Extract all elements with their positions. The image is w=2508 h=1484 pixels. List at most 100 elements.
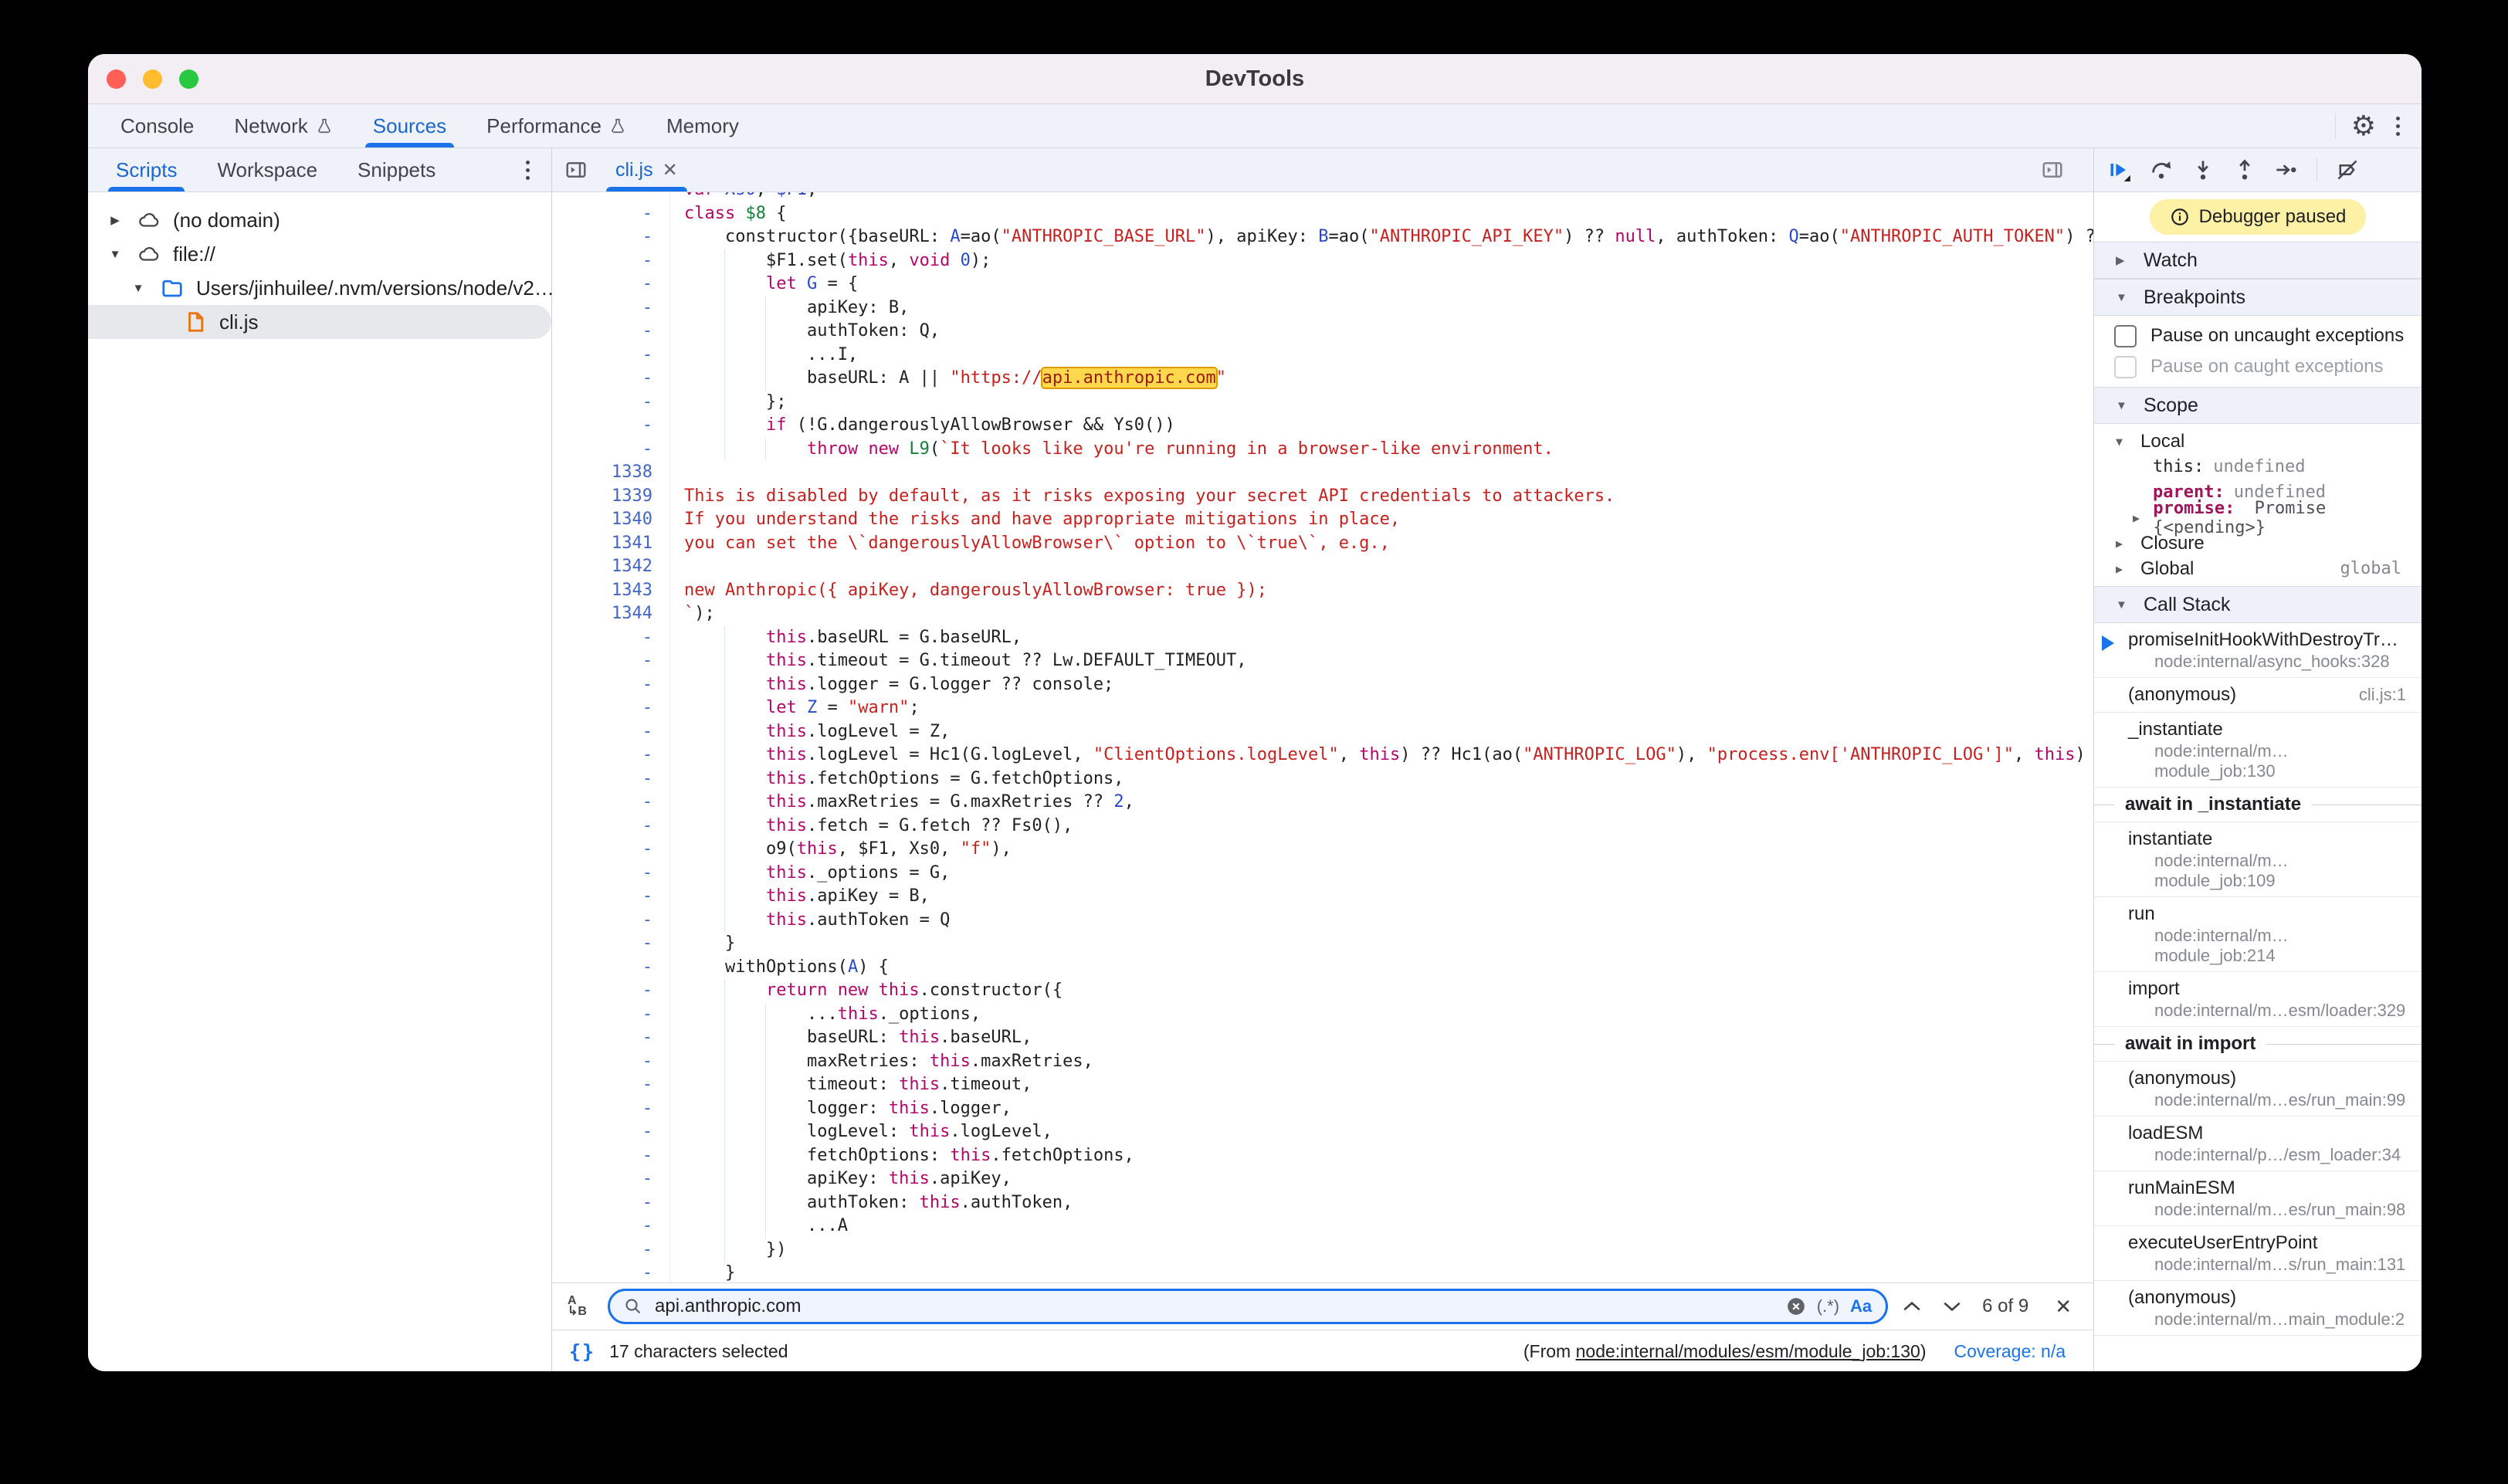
code-line[interactable]: - let G = { (552, 273, 2093, 296)
code-line[interactable]: - ...this._options, (552, 1003, 2093, 1027)
code-line[interactable]: 1341you can set the \`dangerouslyAllowBr… (552, 532, 2093, 556)
code-line[interactable]: - withOptions(A) { (552, 956, 2093, 980)
stack-frame[interactable]: loadESMnode:internal/p…/esm_loader:34 (2094, 1116, 2422, 1171)
line-gutter[interactable]: - (552, 932, 670, 956)
tree-item-file-[interactable]: ▼file:// (88, 237, 551, 271)
code-line[interactable]: - throw new L9(`It looks like you're run… (552, 438, 2093, 462)
regex-toggle[interactable]: (.*) (1817, 1296, 1839, 1316)
line-gutter[interactable]: - (552, 744, 670, 767)
line-gutter[interactable]: 1343 (552, 579, 670, 603)
pretty-print-icon[interactable]: {} (569, 1340, 595, 1363)
resume-script-button[interactable] (2108, 158, 2131, 181)
tab-performance[interactable]: Performance (466, 104, 646, 147)
code-line[interactable]: - this.logger = G.logger ?? console; (552, 673, 2093, 697)
line-gutter[interactable]: - (552, 1238, 670, 1262)
more-options-icon[interactable] (2391, 112, 2405, 141)
code-line[interactable]: - }) (552, 1238, 2093, 1262)
code-line[interactable]: - this.fetchOptions = G.fetchOptions, (552, 767, 2093, 791)
line-gutter[interactable]: - (552, 1003, 670, 1027)
line-gutter[interactable]: - (552, 438, 670, 462)
line-gutter[interactable]: - (552, 909, 670, 933)
code-line[interactable]: - constructor({baseURL: A=ao("ANTHROPIC_… (552, 225, 2093, 249)
code-line[interactable]: 1340If you understand the risks and have… (552, 508, 2093, 532)
line-gutter[interactable]: - (552, 414, 670, 438)
deactivate-breakpoints-button[interactable] (2336, 158, 2359, 181)
line-gutter[interactable]: - (552, 296, 670, 320)
scope-var-this[interactable]: this: undefined (2094, 454, 2422, 479)
code-line[interactable]: 1338 (552, 461, 2093, 485)
pause-caught-checkbox[interactable] (2114, 356, 2137, 378)
code-line[interactable]: - }; (552, 391, 2093, 415)
line-gutter[interactable]: - (552, 273, 670, 296)
stack-frame[interactable]: (anonymous)node:internal/m…main_module:2 (2094, 1281, 2422, 1336)
search-field[interactable]: (.*) Aa (608, 1289, 1888, 1324)
scope-local-row[interactable]: ▼ Local (2094, 429, 2422, 454)
stack-frame[interactable]: executeUserEntryPointnode:internal/m…s/r… (2094, 1226, 2422, 1281)
sidebar-more-options-icon[interactable] (521, 156, 534, 185)
line-gutter[interactable]: - (552, 626, 670, 650)
line-gutter[interactable]: 1342 (552, 555, 670, 579)
scope-global-row[interactable]: ▶ Global global (2094, 556, 2422, 581)
code-line[interactable]: - o9(this, $F1, Xs0, "f"), (552, 838, 2093, 862)
match-case-toggle[interactable]: Aa (1850, 1296, 1872, 1316)
stack-frame[interactable]: runMainESMnode:internal/m…es/run_main:98 (2094, 1171, 2422, 1226)
line-gutter[interactable]: - (552, 673, 670, 697)
line-gutter[interactable]: 1344 (552, 602, 670, 626)
line-gutter[interactable]: - (552, 1026, 670, 1050)
line-gutter[interactable]: - (552, 696, 670, 720)
code-line[interactable]: - let Z = "warn"; (552, 696, 2093, 720)
code-line[interactable]: - baseURL: A || "https://api.anthropic.c… (552, 367, 2093, 391)
section-call-stack[interactable]: ▼ Call Stack (2094, 586, 2422, 623)
toggle-debugger-panel-icon[interactable] (2028, 158, 2076, 181)
line-gutter[interactable]: - (552, 1191, 670, 1215)
line-gutter[interactable]: - (552, 956, 670, 980)
pause-uncaught-row[interactable]: Pause on uncaught exceptions (2094, 320, 2422, 351)
line-gutter[interactable]: - (552, 1097, 670, 1121)
line-gutter[interactable]: - (552, 1144, 670, 1168)
tab-network[interactable]: Network (214, 104, 352, 147)
line-gutter[interactable]: 1340 (552, 508, 670, 532)
code-line[interactable]: - timeout: this.timeout, (552, 1073, 2093, 1097)
line-gutter[interactable]: - (552, 249, 670, 273)
scope-var-promise[interactable]: ▶ promise: Promise {<pending>} (2094, 505, 2422, 530)
code-line[interactable]: - this.fetch = G.fetch ?? Fs0(), (552, 815, 2093, 839)
code-line[interactable]: 1343new Anthropic({ apiKey, dangerouslyA… (552, 579, 2093, 603)
line-gutter[interactable]: 1341 (552, 532, 670, 556)
code-line[interactable]: 1339This is disabled by default, as it r… (552, 485, 2093, 509)
line-gutter[interactable]: - (552, 1050, 670, 1074)
coverage-link[interactable]: Coverage: n/a (1954, 1341, 2066, 1362)
line-gutter[interactable]: - (552, 391, 670, 415)
stack-frame[interactable]: (anonymous)cli.js:1 (2094, 678, 2422, 713)
line-gutter[interactable]: - (552, 1073, 670, 1097)
line-gutter[interactable]: - (552, 344, 670, 368)
tab-sources[interactable]: Sources (353, 104, 466, 147)
stack-frame[interactable]: _instantiatenode:internal/m…module_job:1… (2094, 713, 2422, 788)
toggle-navigator-panel-icon[interactable] (552, 148, 600, 191)
code-line[interactable]: - fetchOptions: this.fetchOptions, (552, 1144, 2093, 1168)
search-input[interactable] (653, 1295, 1775, 1318)
code-line[interactable]: -var Xs0, $F1; (552, 192, 2093, 202)
code-line[interactable]: - if (!G.dangerouslyAllowBrowser && Ys0(… (552, 414, 2093, 438)
code-line[interactable]: - this.maxRetries = G.maxRetries ?? 2, (552, 791, 2093, 815)
stack-frame[interactable]: importnode:internal/m…esm/loader:329 (2094, 972, 2422, 1027)
code-line[interactable]: - this.baseURL = G.baseURL, (552, 626, 2093, 650)
line-gutter[interactable]: - (552, 202, 670, 226)
stack-frame[interactable]: (anonymous)node:internal/m…es/run_main:9… (2094, 1062, 2422, 1116)
tree-item-users-jinhuilee-nvm-versions-node-v2-[interactable]: ▼Users/jinhuilee/.nvm/versions/node/v2… (88, 271, 551, 305)
code-line[interactable]: 1342 (552, 555, 2093, 579)
code-line[interactable]: - this.apiKey = B, (552, 885, 2093, 909)
code-line[interactable]: - this.timeout = G.timeout ?? Lw.DEFAULT… (552, 649, 2093, 673)
line-gutter[interactable]: - (552, 885, 670, 909)
source-origin-link[interactable]: node:internal/modules/esm/module_job:130 (1576, 1341, 1920, 1361)
section-watch[interactable]: ▶ Watch (2094, 242, 2422, 279)
code-line[interactable]: 1344`); (552, 602, 2093, 626)
sidebar-tab-snippets[interactable]: Snippets (337, 148, 456, 191)
stack-frame[interactable]: instantiatenode:internal/m…module_job:10… (2094, 822, 2422, 897)
line-gutter[interactable]: - (552, 1262, 670, 1282)
step-button[interactable] (2275, 158, 2298, 181)
line-gutter[interactable]: - (552, 649, 670, 673)
next-match-icon[interactable] (1942, 1299, 1962, 1313)
tab-memory[interactable]: Memory (646, 104, 759, 147)
code-line[interactable]: - authToken: Q, (552, 320, 2093, 344)
code-line[interactable]: - } (552, 1262, 2093, 1282)
